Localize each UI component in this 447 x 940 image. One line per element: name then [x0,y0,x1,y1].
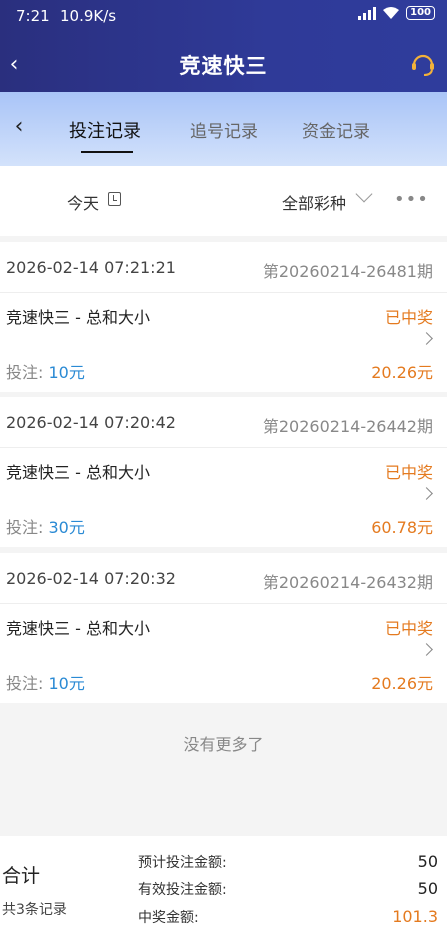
signal-icon [358,6,377,20]
tab-chase-records[interactable]: 追号记录 [190,117,258,142]
no-more-text: 没有更多了 [183,735,264,754]
valid-bet-label: 有效投注金额: [138,882,227,898]
summary-row-expected-bet: 预计投注金额: 50 [138,852,438,872]
record-datetime: 2026-02-14 07:20:42 [6,413,176,432]
record-status: 已中奖 [384,308,433,327]
lottery-type-filter[interactable]: 全部彩种 [282,190,346,214]
record-bet: 投注: 10元 [6,670,85,694]
bet-label: 投注: [6,674,44,693]
record-period: 第20260214-26432期 [262,573,433,592]
chevron-right-icon[interactable] [420,643,433,656]
record-prize: 20.26元 [371,674,433,693]
bet-label: 投注: [6,363,44,382]
chevron-right-icon[interactable] [420,487,433,500]
tab-bet-records[interactable]: 投注记录 [69,117,141,143]
record-prize: 60.78元 [371,518,433,537]
status-net-speed: 10.9K/s [60,7,117,25]
record-status: 已中奖 [384,463,433,482]
top-bar: 7:21 10.9K/s 100 ‹ 竞速快三 [0,0,447,92]
record-bet: 投注: 30元 [6,514,85,538]
record-divider [0,603,447,604]
tabs-back-button[interactable]: ‹ [8,114,30,139]
chevron-right-icon[interactable] [420,332,433,345]
status-time: 7:21 [16,7,50,25]
record-bet: 投注: 10元 [6,359,85,383]
record-item[interactable]: 2026-02-14 07:20:42 第20260214-26442期 竞速快… [0,397,447,547]
summary-record-count: 共3条记录 [2,902,67,918]
record-divider [0,447,447,448]
filter-bar: 今天 全部彩种 ••• [0,166,447,236]
record-game: 竞速快三 - 总和大小 [6,463,150,482]
more-options-button[interactable]: ••• [394,189,429,210]
record-game: 竞速快三 - 总和大小 [6,308,150,327]
bet-label: 投注: [6,518,44,537]
tab-fund-records[interactable]: 资金记录 [302,117,370,142]
status-bar: 7:21 10.9K/s 100 [0,0,447,32]
bet-amount: 30元 [48,518,85,537]
win-amount-value: 101.3 [392,907,438,926]
record-divider [0,292,447,293]
summary-total-label: 合计 [2,865,41,887]
page-title: 竞速快三 [179,54,268,78]
bet-amount: 10元 [48,363,85,382]
bet-amount: 10元 [48,674,85,693]
valid-bet-value: 50 [417,879,438,898]
battery-icon: 100 [406,6,435,20]
active-tab-indicator [81,151,133,153]
expected-bet-label: 预计投注金额: [138,855,227,871]
record-tabs: ‹ 投注记录 追号记录 资金记录 [0,92,447,166]
record-status: 已中奖 [384,619,433,638]
record-game: 竞速快三 - 总和大小 [6,619,150,638]
customer-service-icon[interactable] [409,50,437,78]
win-amount-label: 中奖金额: [138,910,199,926]
wifi-icon [383,7,400,19]
record-datetime: 2026-02-14 07:20:32 [6,569,176,588]
record-item[interactable]: 2026-02-14 07:21:21 第20260214-26481期 竞速快… [0,242,447,392]
summary-row-valid-bet: 有效投注金额: 50 [138,879,438,899]
status-icons: 100 [358,6,435,20]
chevron-down-icon[interactable] [355,185,373,203]
expected-bet-value: 50 [417,852,438,871]
record-period: 第20260214-26442期 [262,417,433,436]
clock-icon[interactable] [108,192,121,206]
record-prize: 20.26元 [371,363,433,382]
date-filter[interactable]: 今天 [67,190,99,214]
record-datetime: 2026-02-14 07:21:21 [6,258,176,277]
record-period: 第20260214-26481期 [262,262,433,281]
summary-panel: 合计 共3条记录 预计投注金额: 50 有效投注金额: 50 中奖金额: 101… [0,836,447,940]
summary-row-win: 中奖金额: 101.3 [138,907,438,927]
record-item[interactable]: 2026-02-14 07:20:32 第20260214-26432期 竞速快… [0,553,447,703]
